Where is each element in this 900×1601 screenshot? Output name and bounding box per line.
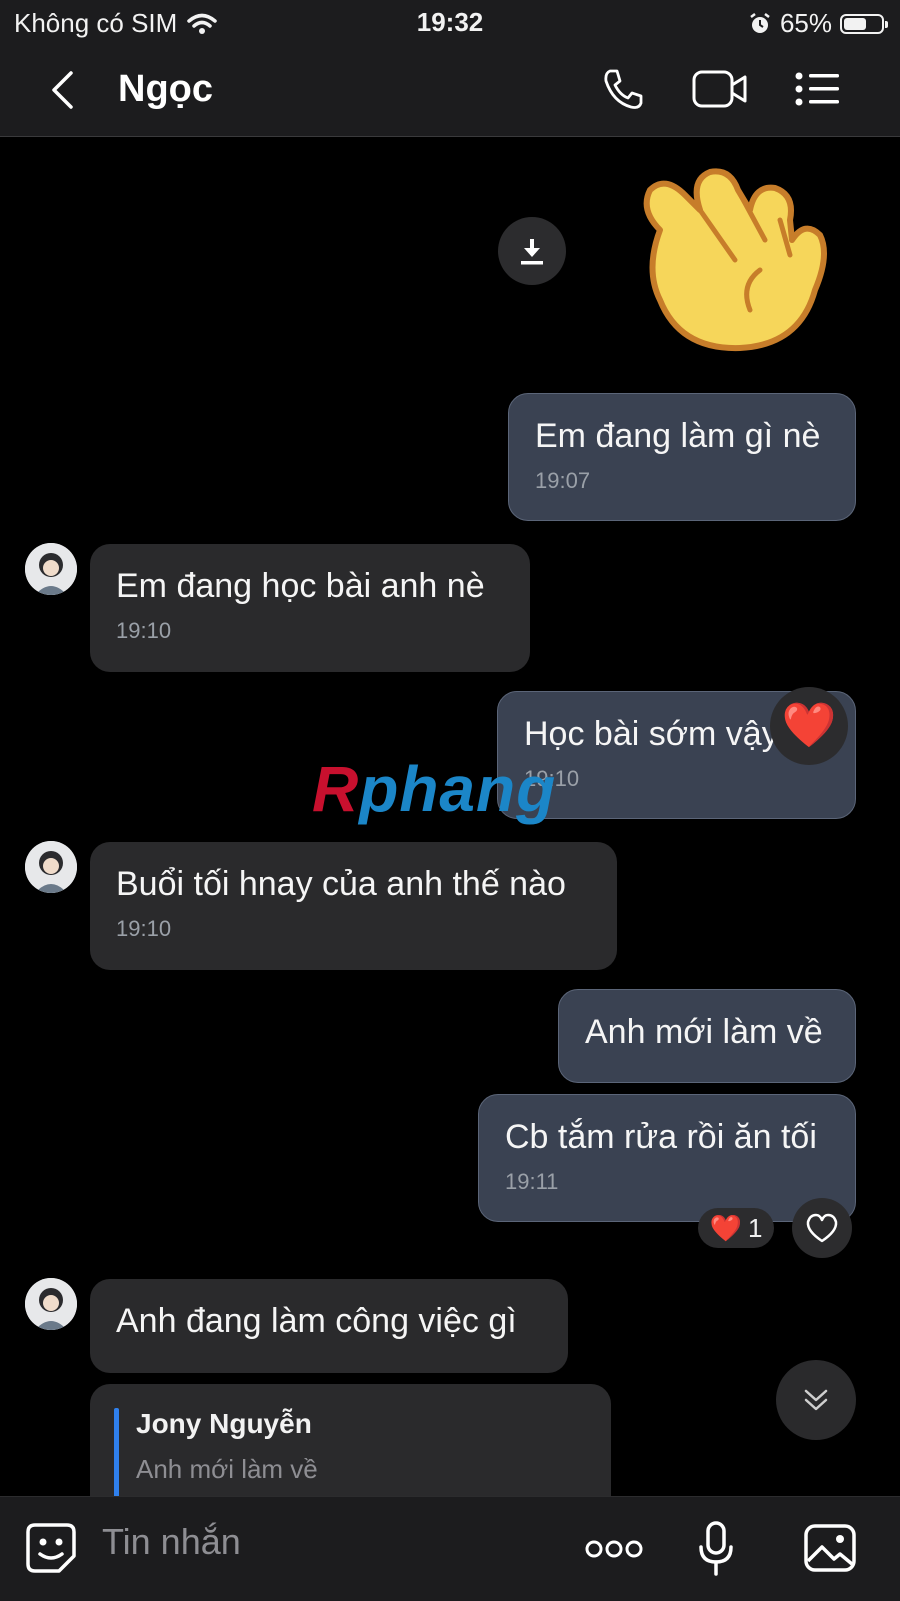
avatar-icon [25, 543, 77, 595]
download-icon [521, 239, 543, 265]
emoji-sticker-icon [26, 1523, 76, 1573]
waving-hand-sticker[interactable] [620, 160, 830, 355]
photo-button[interactable] [802, 1521, 858, 1575]
back-icon [52, 71, 73, 109]
waving-hand-icon [643, 168, 827, 352]
message-time: 19:10 [116, 618, 172, 643]
menu-button[interactable] [794, 66, 842, 112]
reaction-count: 1 [747, 1212, 763, 1243]
video-icon [692, 70, 747, 108]
message-bubble-received[interactable]: Buổi tối hnay của anh thế nào 19:10 [90, 842, 617, 970]
phone-icon [604, 69, 643, 109]
message-bubble-reply[interactable]: Jony Nguyễn Anh mới làm về [90, 1384, 611, 1496]
call-button[interactable] [600, 66, 646, 112]
voice-record-button[interactable] [694, 1519, 738, 1579]
contact-name[interactable]: Ngọc [118, 68, 213, 111]
image-gallery-icon [804, 1524, 856, 1572]
reaction-badge[interactable]: ❤️ [770, 687, 848, 765]
reply-quoted-text: Anh mới làm về [136, 1454, 318, 1484]
avatar-icon [25, 1278, 77, 1330]
message-text: Cb tắm rửa rồi ăn tối [505, 1118, 817, 1156]
battery-icon [840, 13, 888, 34]
message-text: Anh đang làm công việc gì [116, 1302, 517, 1340]
battery-percent: 65% [779, 8, 832, 38]
watermark-part-1: R [312, 753, 360, 825]
message-time: 19:11 [505, 1169, 559, 1194]
message-bubble-sent[interactable]: Anh mới làm về [558, 989, 856, 1083]
message-input-bar: Tin nhắn [0, 1496, 900, 1601]
sticker-button[interactable] [24, 1521, 78, 1575]
watermark-part-2: phang [359, 753, 557, 825]
heart-outline-icon [806, 1213, 838, 1243]
message-bubble-received[interactable]: Em đang học bài anh nè 19:10 [90, 544, 530, 672]
more-options-button[interactable] [584, 1531, 644, 1567]
react-button[interactable] [792, 1198, 852, 1258]
heart-reaction-icon: ❤️ [709, 1212, 742, 1243]
reaction-count-badge[interactable]: ❤️ 1 [698, 1208, 774, 1248]
avatar[interactable] [25, 543, 77, 595]
alarm-icon [750, 12, 770, 33]
more-dots-icon [585, 1540, 643, 1558]
status-right: 65% [748, 8, 888, 39]
video-call-button[interactable] [692, 66, 748, 112]
message-text: Anh mới làm về [585, 1013, 823, 1051]
microphone-icon [699, 1521, 733, 1576]
avatar[interactable] [25, 1278, 77, 1330]
download-sticker-button[interactable] [498, 217, 566, 285]
status-bar: Không có SIM 19:32 65% [0, 0, 900, 44]
message-bubble-sent[interactable]: Em đang làm gì nè 19:07 [508, 393, 856, 521]
avatar-icon [25, 841, 77, 893]
reply-author: Jony Nguyễn [136, 1408, 312, 1439]
chat-header: Ngọc [0, 44, 900, 137]
heart-reaction-icon: ❤️ [781, 701, 837, 750]
message-text: Buổi tối hnay của anh thế nào [116, 865, 566, 903]
message-time: 19:10 [524, 766, 580, 791]
message-bubble-sent[interactable]: Cb tắm rửa rồi ăn tối 19:11 [478, 1094, 856, 1222]
avatar[interactable] [25, 841, 77, 893]
menu-icon [795, 72, 839, 106]
message-text: Em đang làm gì nè [535, 417, 821, 455]
message-time: 19:07 [535, 468, 591, 493]
double-chevron-down-icon [804, 1389, 828, 1411]
message-input[interactable]: Tin nhắn [102, 1521, 241, 1563]
message-time: 19:10 [116, 916, 172, 941]
watermark-logo: Rphang [312, 752, 556, 826]
message-bubble-received[interactable]: Anh đang làm công việc gì [90, 1279, 568, 1373]
message-text: Em đang học bài anh nè [116, 567, 485, 605]
back-button[interactable] [40, 68, 84, 112]
scroll-to-bottom-button[interactable] [776, 1360, 856, 1440]
reply-quote-bar [114, 1408, 119, 1496]
